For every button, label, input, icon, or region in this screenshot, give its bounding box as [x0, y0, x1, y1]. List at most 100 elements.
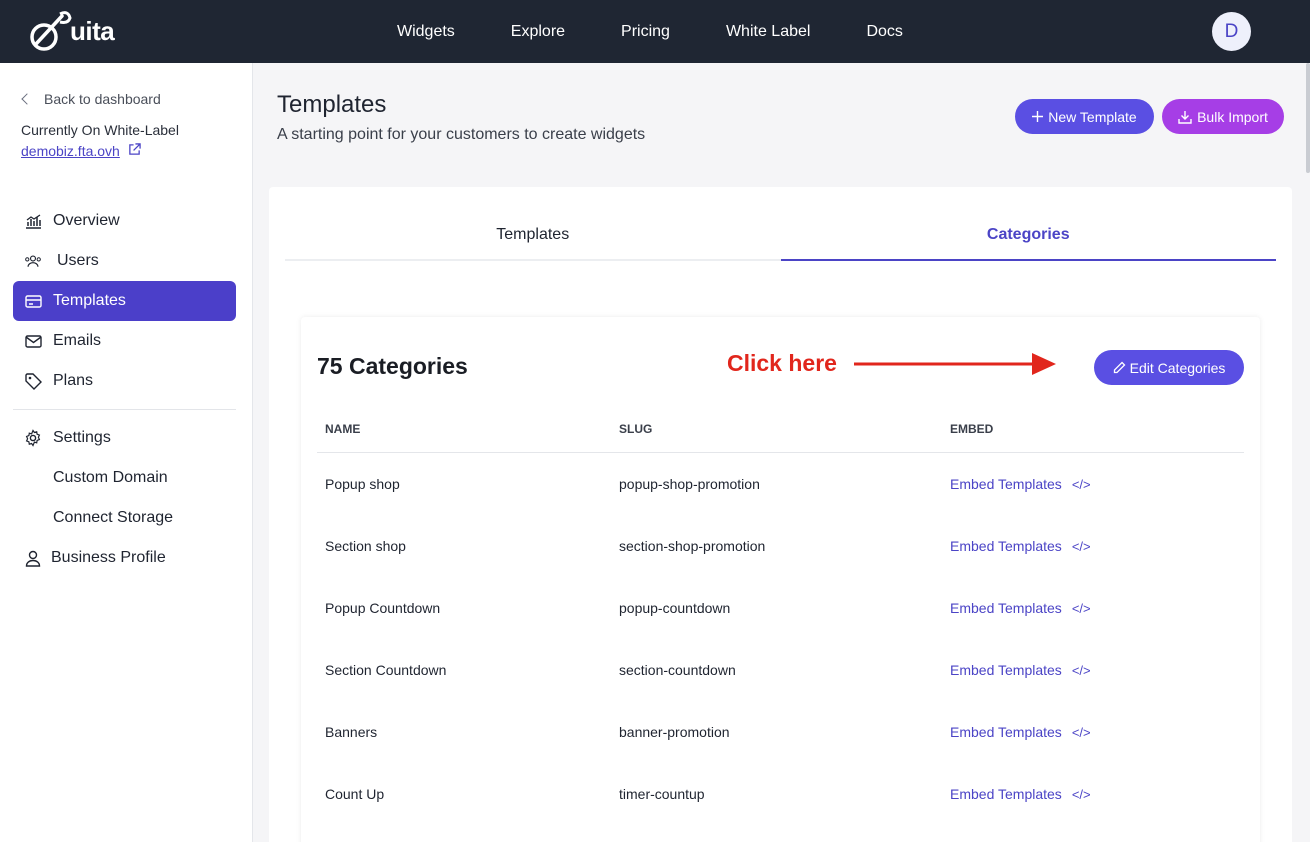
tag-icon	[24, 372, 42, 390]
category-name: Section Countdown	[325, 662, 447, 678]
nav-white-label[interactable]: White Label	[726, 23, 811, 41]
category-name: Popup shop	[325, 476, 400, 492]
table-row: Section shop section-shop-promotion Embed …	[317, 515, 1244, 577]
back-label: Back to dashboard	[44, 91, 161, 107]
embed-templates-link[interactable]: Embed Templates	[950, 662, 1062, 678]
sidebar-item-custom-domain[interactable]: Custom Domain	[13, 458, 236, 498]
table-row: Section Countdown section-countdown Embed …	[317, 639, 1244, 701]
table-row: Popup Countdown popup-countdown Embed Temp…	[317, 577, 1244, 639]
category-slug: popup-countdown	[619, 600, 731, 616]
category-slug: section-shop-promotion	[619, 538, 766, 554]
embed-cell: Embed Templates </>	[942, 538, 1091, 554]
tab-categories[interactable]: Categories	[780, 211, 1276, 261]
categories-table: NAME SLUG EMBED Popup shop popup-shop-pro…	[317, 405, 1244, 825]
embed-cell: Embed Templates </>	[942, 476, 1091, 492]
code-icon[interactable]: </>	[1072, 725, 1091, 740]
column-header-name: NAME	[325, 421, 361, 436]
plus-icon	[1032, 111, 1044, 122]
tab-templates[interactable]: Templates	[285, 211, 781, 259]
code-icon[interactable]: </>	[1072, 539, 1091, 554]
categories-panel: 75 Categories Click here Edit Categories…	[301, 317, 1260, 842]
domain-text: demobiz.fta.ovh	[21, 143, 120, 159]
avatar[interactable]: D	[1212, 12, 1251, 51]
category-slug: popup-shop-promotion	[619, 476, 760, 492]
edit-categories-label: Edit Categories	[1129, 359, 1226, 376]
nav-docs[interactable]: Docs	[866, 23, 902, 41]
table-body: Popup shop popup-shop-promotion Embed Temp…	[317, 453, 1244, 825]
bulk-import-label: Bulk Import	[1197, 108, 1268, 125]
page-subtitle: A starting point for your customers to c…	[277, 126, 646, 143]
sidebar-item-label: Users	[57, 252, 99, 269]
category-name: Popup Countdown	[325, 600, 441, 616]
person-icon	[24, 549, 42, 567]
category-slug: banner-promotion	[619, 724, 730, 740]
users-icon	[24, 252, 42, 270]
sidebar-item-plans[interactable]: Plans	[13, 361, 236, 401]
annotation-arrow-icon	[854, 353, 1056, 375]
chart-icon	[24, 212, 42, 230]
tab-bar: Templates Categories	[285, 211, 1276, 261]
current-whitelabel-label: Currently On White-Label	[21, 122, 179, 138]
sidebar-item-label: Overview	[53, 212, 120, 229]
sidebar-item-label: Templates	[53, 292, 126, 309]
sidebar-item-settings[interactable]: Settings	[13, 418, 236, 458]
sidebar-divider	[13, 409, 236, 410]
sidebar-item-label: Emails	[53, 332, 102, 349]
embed-templates-link[interactable]: Embed Templates	[950, 538, 1062, 554]
sidebar-item-overview[interactable]: Overview	[13, 201, 236, 241]
nav-widgets[interactable]: Widgets	[397, 23, 455, 41]
category-name: Count Up	[325, 786, 385, 802]
embed-templates-link[interactable]: Embed Templates	[950, 724, 1062, 740]
templates-card: Templates Categories 75 Categories Click…	[269, 187, 1292, 842]
sidebar: Back to dashboard Currently On White-Lab…	[0, 63, 253, 842]
domain-link[interactable]: demobiz.fta.ovh	[21, 143, 141, 159]
page-title: Templates	[277, 91, 387, 118]
embed-templates-link[interactable]: Embed Templates	[950, 786, 1062, 802]
sidebar-item-emails[interactable]: Emails	[13, 321, 236, 361]
nav-explore[interactable]: Explore	[511, 23, 565, 41]
embed-cell: Embed Templates </>	[942, 600, 1091, 616]
code-icon[interactable]: </>	[1072, 601, 1091, 616]
logo[interactable]: uita	[30, 8, 115, 54]
sidebar-item-label: Settings	[53, 429, 111, 446]
new-template-label: New Template	[1048, 108, 1137, 125]
sidebar-item-label: Plans	[53, 372, 94, 389]
embed-cell: Embed Templates </>	[942, 662, 1091, 678]
sidebar-item-label: Business Profile	[51, 549, 166, 566]
nav-pricing[interactable]: Pricing	[621, 23, 670, 41]
table-row: Banners banner-promotion Embed Templates </…	[317, 701, 1244, 763]
embed-templates-link[interactable]: Embed Templates	[950, 476, 1062, 492]
page-scrollbar[interactable]	[1306, 63, 1310, 173]
sidebar-item-business-profile[interactable]: Business Profile	[13, 538, 236, 578]
embed-templates-link[interactable]: Embed Templates	[950, 600, 1062, 616]
edit-categories-button[interactable]: Edit Categories	[1094, 350, 1244, 385]
sidebar-item-templates[interactable]: Templates	[13, 281, 236, 321]
category-name: Section shop	[325, 538, 406, 554]
embed-cell: Embed Templates </>	[942, 724, 1091, 740]
embed-cell: Embed Templates </>	[942, 786, 1091, 802]
bulk-import-button[interactable]: Bulk Import	[1162, 99, 1284, 134]
category-slug: timer-countup	[619, 786, 705, 802]
categories-count: 75 Categories	[317, 353, 468, 379]
code-icon[interactable]: </>	[1072, 663, 1091, 678]
code-icon[interactable]: </>	[1072, 477, 1091, 492]
sidebar-item-label: Connect Storage	[53, 509, 174, 526]
logo-icon	[30, 11, 72, 51]
sidebar-item-users[interactable]: Users	[13, 241, 236, 281]
top-navbar: uita Widgets Explore Pricing White Label…	[0, 0, 1310, 63]
new-template-button[interactable]: New Template	[1015, 99, 1154, 134]
back-to-dashboard-link[interactable]: Back to dashboard	[20, 91, 161, 107]
table-row: Count Up timer-countup Embed Templates </>	[317, 763, 1244, 825]
table-row: Popup shop popup-shop-promotion Embed Temp…	[317, 453, 1244, 515]
category-slug: section-countdown	[619, 662, 736, 678]
code-icon[interactable]: </>	[1072, 787, 1091, 802]
main-nav: Widgets Explore Pricing White Label Docs	[397, 0, 959, 63]
card-icon	[24, 292, 42, 310]
chevron-left-icon	[21, 93, 33, 105]
gear-icon	[24, 429, 42, 447]
sidebar-item-label: Custom Domain	[53, 469, 168, 486]
table-header: NAME SLUG EMBED	[317, 405, 1244, 453]
sidebar-item-connect-storage[interactable]: Connect Storage	[13, 498, 236, 538]
column-header-embed: EMBED	[950, 421, 994, 436]
column-header-slug: SLUG	[619, 421, 653, 436]
